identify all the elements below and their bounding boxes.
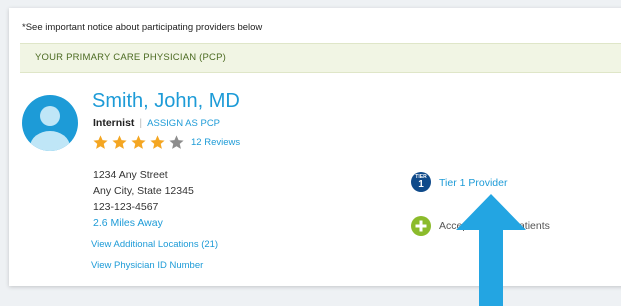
reviews-link[interactable]: 12 Reviews xyxy=(191,137,240,148)
up-arrow-icon xyxy=(456,194,526,306)
tier-1-icon: TIER 1 xyxy=(411,172,431,192)
assign-as-pcp-link[interactable]: ASSIGN AS PCP xyxy=(147,118,220,129)
specialty-row: Internist | ASSIGN AS PCP xyxy=(93,117,220,129)
rating-stars: 12 Reviews xyxy=(92,134,240,151)
star-empty-icon xyxy=(169,135,184,149)
pcp-header-label: YOUR PRIMARY CARE PHYSICIAN (PCP) xyxy=(35,52,227,63)
tier-1-provider-link[interactable]: Tier 1 Provider xyxy=(439,177,507,189)
pcp-header-bar: YOUR PRIMARY CARE PHYSICIAN (PCP) xyxy=(20,43,621,73)
additional-locations-link[interactable]: View Additional Locations (21) xyxy=(91,239,218,250)
tier-badge-number: 1 xyxy=(418,179,424,190)
star-filled-icon xyxy=(150,135,165,149)
phone-number: 123-123-4567 xyxy=(93,201,159,213)
person-icon xyxy=(30,106,70,151)
plus-icon xyxy=(411,216,431,236)
star-filled-icon xyxy=(131,135,146,149)
distance-link[interactable]: 2.6 Miles Away xyxy=(93,217,163,229)
physician-id-link[interactable]: View Physician ID Number xyxy=(91,260,203,271)
divider: | xyxy=(139,117,143,129)
address-line-1: 1234 Any Street xyxy=(93,169,168,181)
address-line-2: Any City, State 12345 xyxy=(93,185,194,197)
star-filled-icon xyxy=(93,135,108,149)
star-filled-icon xyxy=(112,135,127,149)
physician-name[interactable]: Smith, John, MD xyxy=(92,90,240,113)
avatar xyxy=(22,95,78,151)
specialty-label: Internist xyxy=(93,117,135,129)
participating-notice: *See important notice about participatin… xyxy=(22,22,263,33)
